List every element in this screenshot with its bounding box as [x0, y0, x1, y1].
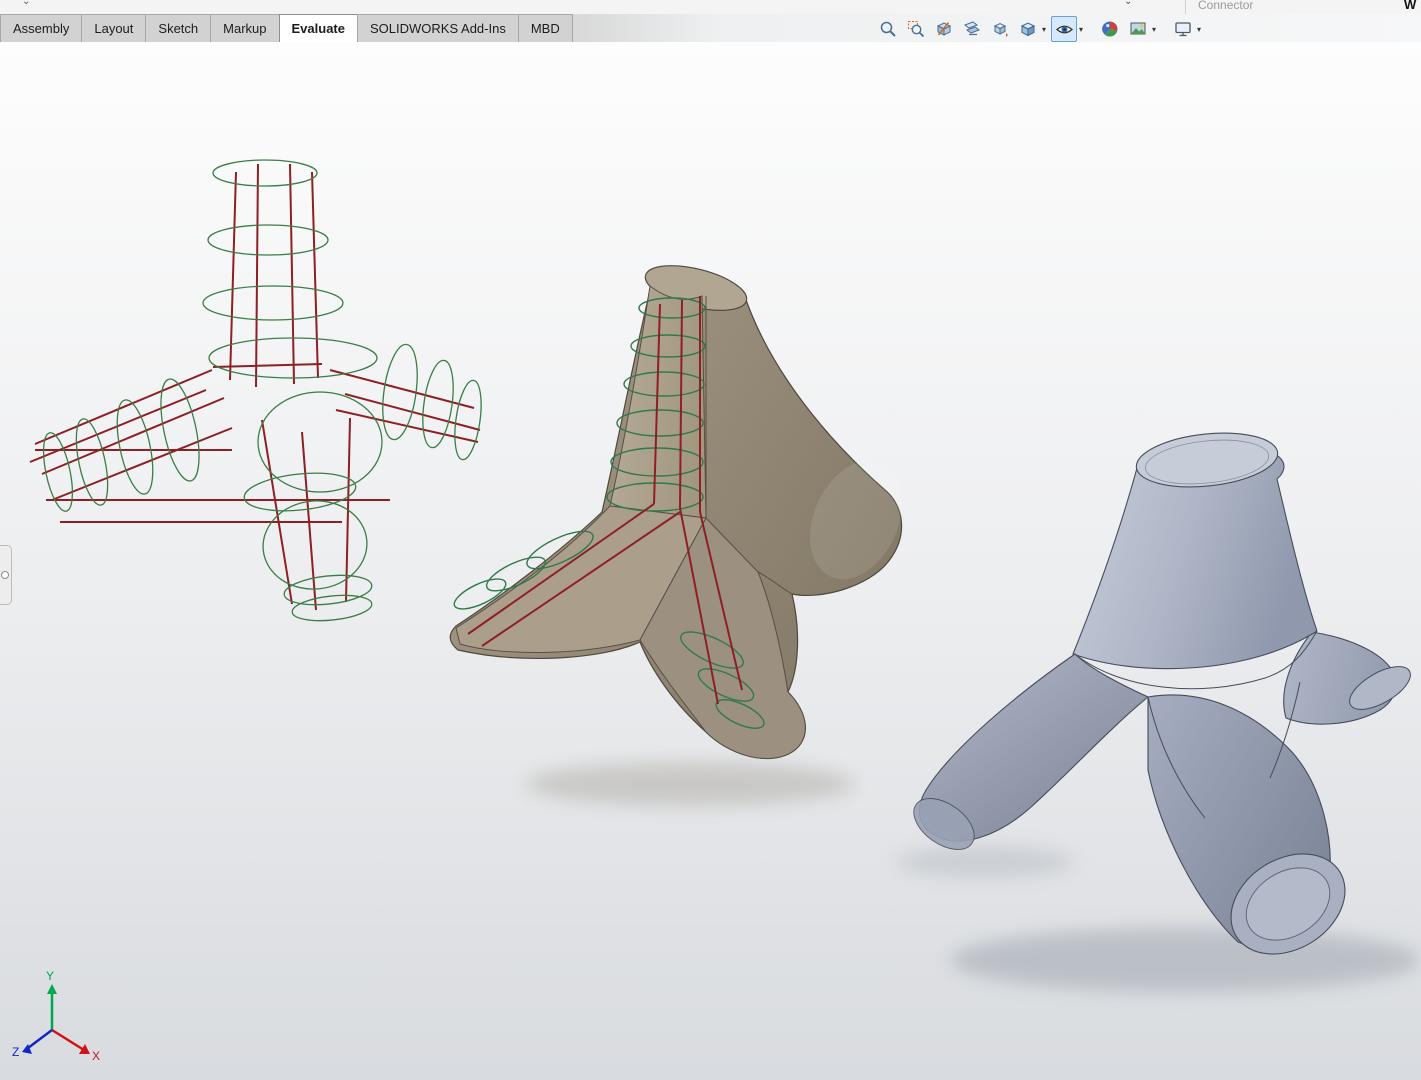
graphics-area[interactable]: Y X Z	[0, 42, 1421, 1080]
magnifier-glyph	[879, 20, 897, 38]
tab-mbd[interactable]: MBD	[518, 14, 573, 42]
command-manager-tab-bar: Assembly Layout Sketch Markup Evaluate S…	[0, 14, 1421, 42]
view-orientation-icon[interactable]	[988, 17, 1012, 41]
tab-markup[interactable]: Markup	[210, 14, 279, 42]
tab-sketch[interactable]: Sketch	[145, 14, 211, 42]
hide-show-items-dropdown-icon[interactable]: ▾	[1079, 25, 1083, 34]
window-corner-text: W	[1404, 0, 1416, 12]
panel-handle-dot-icon	[1, 571, 9, 579]
z-axis-label: Z	[12, 1045, 19, 1059]
hide-show-items-icon[interactable]	[1051, 16, 1077, 42]
dynamic-annotation-icon[interactable]	[960, 17, 984, 41]
solidworks-window: ⌄ ⌄ Connector W Assembly Layout Sketch M…	[0, 0, 1421, 1080]
feature-panel-collapse-handle[interactable]	[0, 545, 12, 605]
tab-solidworks-add-ins[interactable]: SOLIDWORKS Add-Ins	[357, 14, 519, 42]
view-settings-dropdown-icon[interactable]: ▾	[1197, 25, 1201, 34]
magnifier-area-glyph	[907, 20, 925, 38]
eye-glyph	[1055, 20, 1074, 39]
x-axis-label: X	[92, 1049, 100, 1063]
annotation-planes-glyph	[963, 20, 981, 38]
apply-scene-dropdown-icon[interactable]: ▾	[1152, 25, 1156, 34]
apply-scene-icon[interactable]	[1126, 17, 1150, 41]
top-toolbar-strip: ⌄ ⌄ Connector W	[0, 0, 1421, 14]
section-glyph	[935, 20, 953, 38]
monitor-glyph	[1174, 20, 1192, 38]
display-style-cube-glyph	[1019, 20, 1037, 38]
y-axis-label: Y	[46, 969, 54, 983]
section-view-icon[interactable]	[932, 17, 956, 41]
heads-up-view-toolbar: ▾ ▾ ▾ ▾	[876, 16, 1202, 42]
orientation-box-glyph	[991, 20, 1009, 38]
tab-assembly[interactable]: Assembly	[0, 14, 82, 42]
display-style-dropdown-icon[interactable]: ▾	[1042, 25, 1046, 34]
toolbar-dropdown-icon[interactable]: ⌄	[1124, 0, 1132, 7]
toolbar-chevron-icon[interactable]: ⌄	[22, 0, 30, 7]
display-style-icon[interactable]	[1016, 17, 1040, 41]
scene-photo-glyph	[1129, 20, 1147, 38]
tab-layout[interactable]: Layout	[81, 14, 146, 42]
zoom-to-area-icon[interactable]	[904, 17, 928, 41]
toolbar-separator	[1185, 0, 1186, 14]
edit-appearance-icon[interactable]	[1098, 17, 1122, 41]
zoom-to-fit-icon[interactable]	[876, 17, 900, 41]
tab-evaluate[interactable]: Evaluate	[279, 14, 358, 42]
connector-label: Connector	[1198, 0, 1253, 12]
view-settings-icon[interactable]	[1171, 17, 1195, 41]
appearance-ball-glyph	[1101, 20, 1119, 38]
